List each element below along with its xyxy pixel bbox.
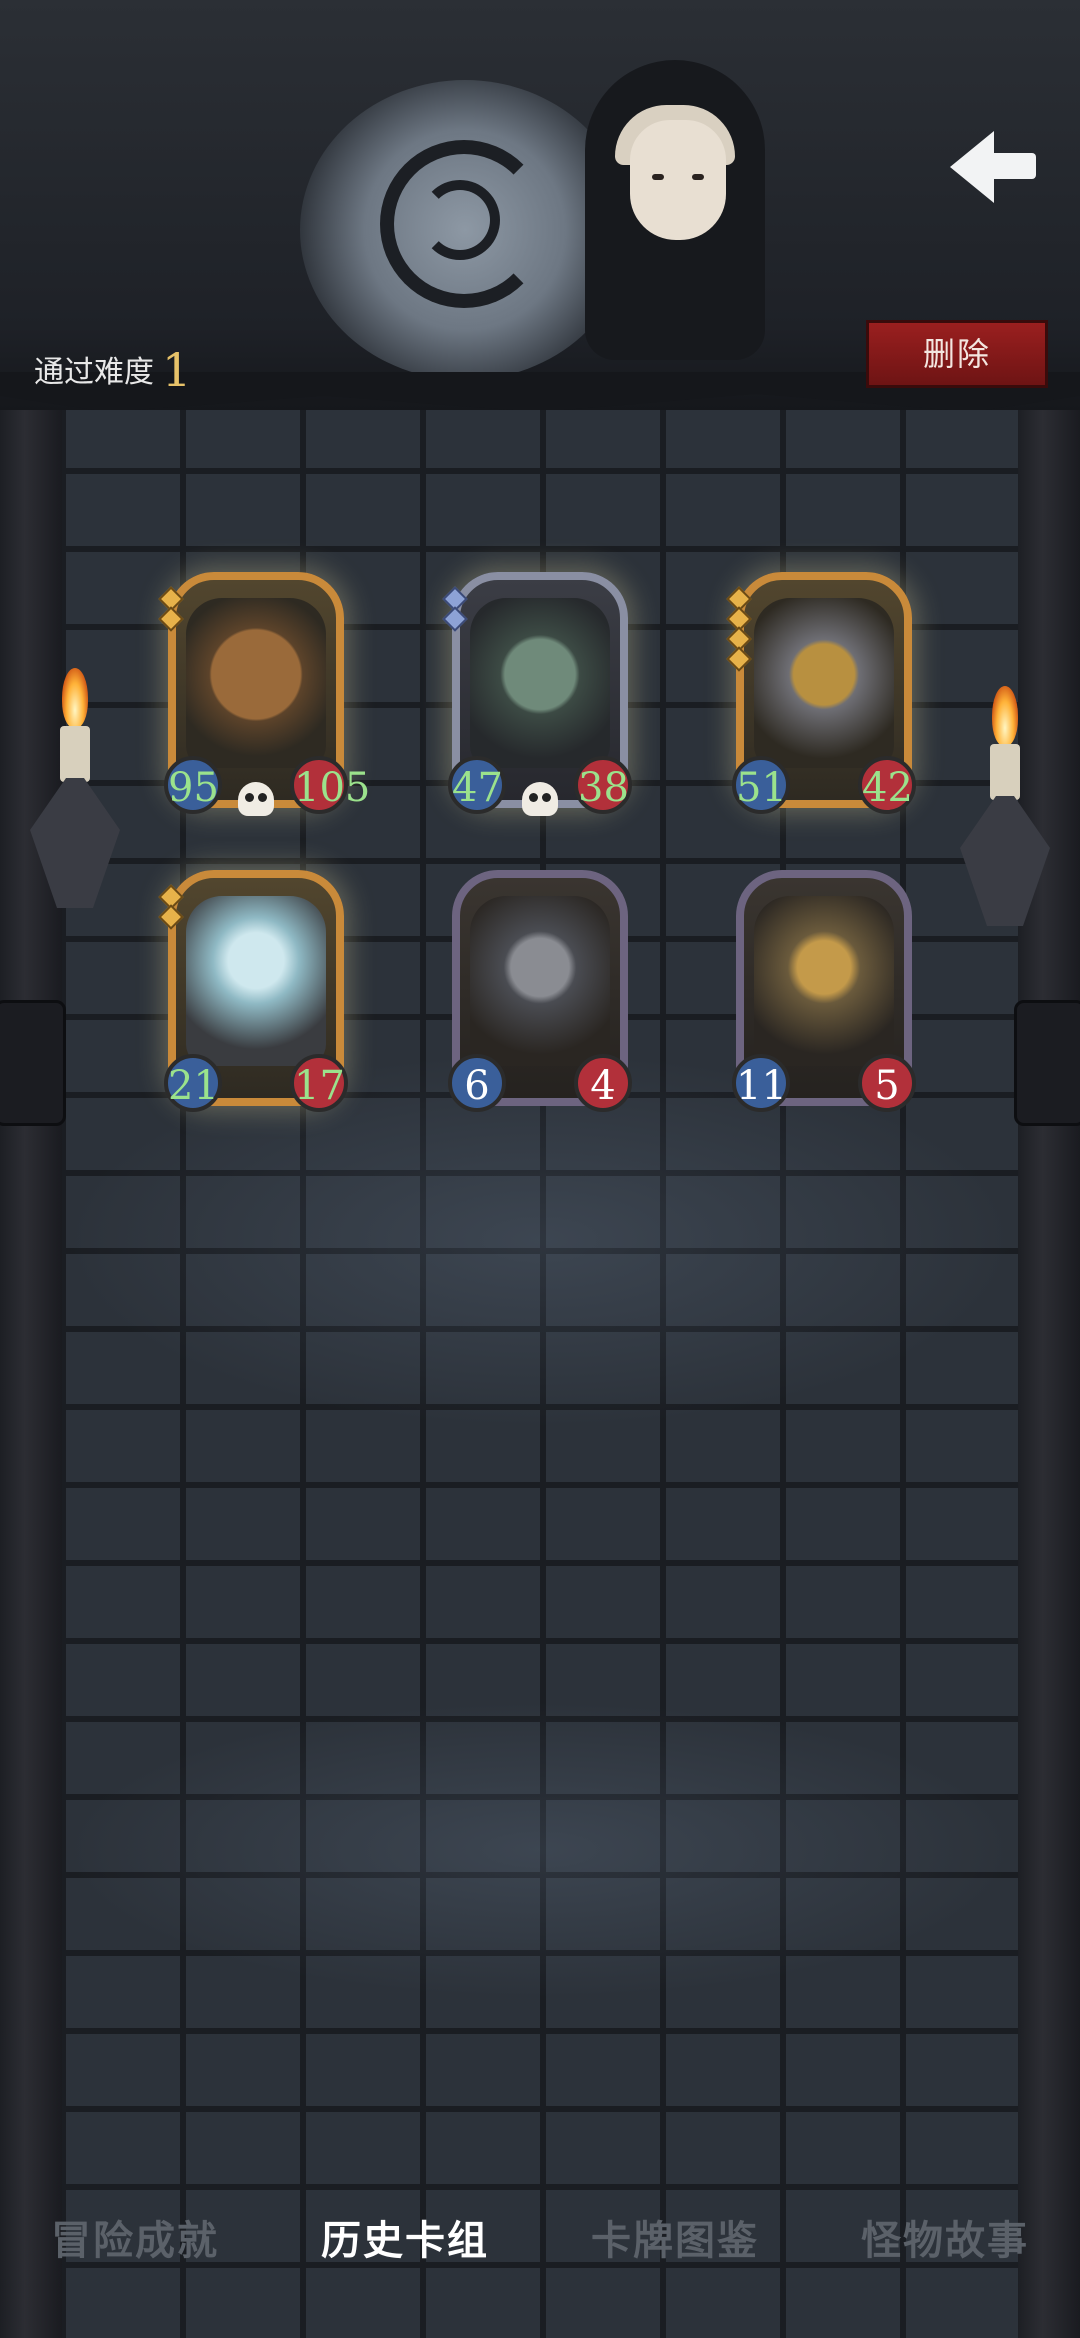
- flame-icon: [62, 668, 88, 728]
- tab-card-compendium[interactable]: 卡牌图鉴: [591, 2208, 759, 2266]
- health-stat: 5: [858, 1054, 916, 1112]
- bottom-tab-bar: 冒险成就 历史卡组 卡牌图鉴 怪物故事: [0, 2192, 1080, 2282]
- skull-icon: [522, 782, 558, 816]
- wall-bracket: [1014, 1000, 1080, 1126]
- torch-right: [960, 686, 1050, 946]
- bear-portrait: [186, 598, 326, 768]
- knight-portrait: [470, 598, 610, 768]
- torch-left: [30, 668, 120, 928]
- health-stat: 42: [858, 756, 916, 814]
- golden-armor-portrait: [754, 598, 894, 768]
- difficulty-value: 1: [162, 343, 192, 397]
- tin-robot-portrait: [470, 896, 610, 1066]
- tab-deck-history[interactable]: 历史卡组: [321, 2208, 489, 2266]
- attack-stat: 6: [448, 1054, 506, 1112]
- health-stat: 105: [290, 756, 370, 814]
- difficulty-label: 通过难度: [34, 355, 154, 390]
- health-stat: 4: [574, 1054, 632, 1112]
- card-bear[interactable]: 95 105: [158, 572, 370, 816]
- card-knight[interactable]: 47 38: [442, 572, 632, 816]
- attack-stat: 11: [732, 1054, 790, 1112]
- flame-icon: [992, 686, 1018, 746]
- delete-button[interactable]: 删除: [866, 320, 1048, 388]
- fish-tank-portrait: [186, 896, 326, 1066]
- difficulty-indicator: 通过难度 1: [34, 343, 191, 397]
- health-stat: 38: [574, 756, 632, 814]
- attack-stat: 51: [732, 756, 790, 814]
- brass-robot-portrait: [754, 896, 894, 1066]
- card-brass-robot[interactable]: 11 5: [732, 870, 916, 1112]
- tab-monster-stories[interactable]: 怪物故事: [861, 2208, 1029, 2266]
- card-fish-tank[interactable]: 21 17: [158, 870, 348, 1112]
- back-arrow-button[interactable]: [950, 125, 1042, 205]
- card-tin-robot[interactable]: 6 4: [448, 870, 632, 1112]
- attack-stat: 95: [164, 756, 222, 814]
- card-golden-armor[interactable]: 51 42: [726, 572, 916, 814]
- attack-stat: 21: [164, 1054, 222, 1112]
- fog: [60, 1700, 1020, 2000]
- header-banner: 通过难度 1 删除: [0, 0, 1080, 410]
- skull-icon: [238, 782, 274, 816]
- health-stat: 17: [290, 1054, 348, 1112]
- tab-adventure-achievements[interactable]: 冒险成就: [51, 2208, 219, 2266]
- attack-stat: 47: [448, 756, 506, 814]
- wall-bracket: [0, 1000, 66, 1126]
